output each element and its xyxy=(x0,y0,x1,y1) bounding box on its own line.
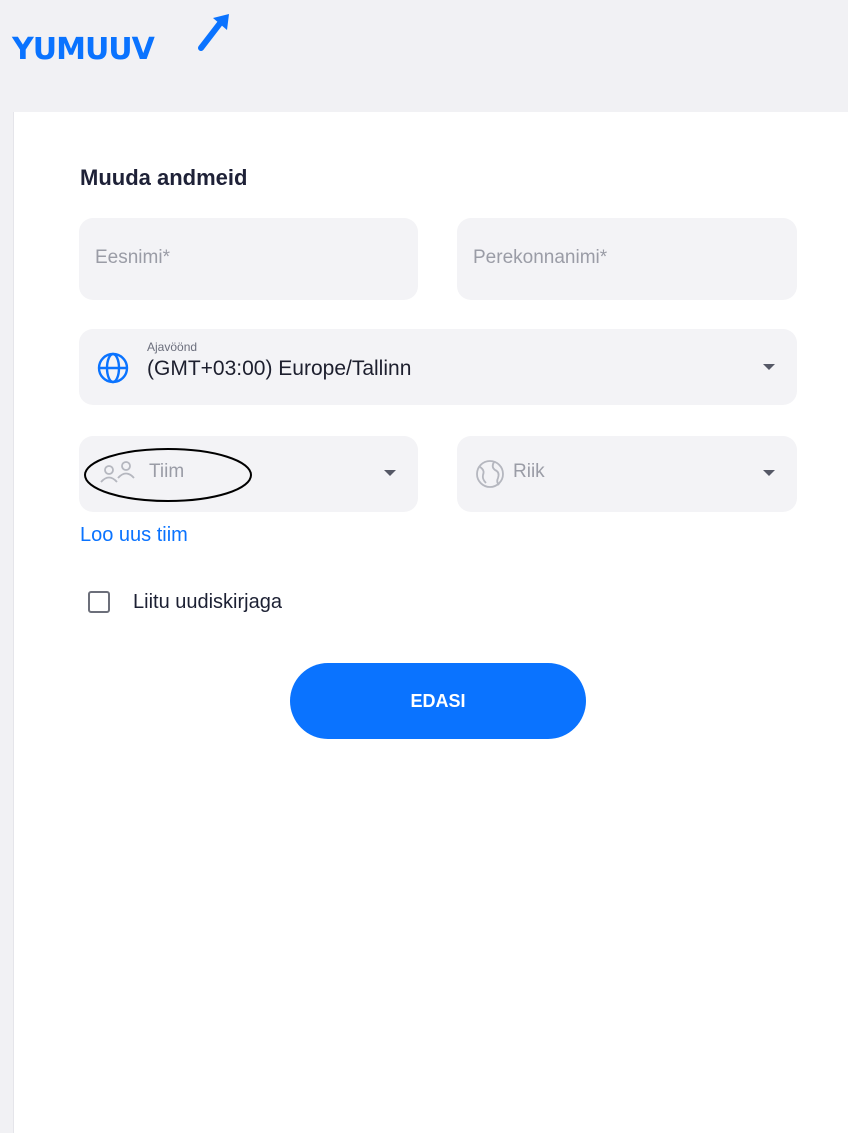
yumuuv-logo[interactable]: YUMUUV xyxy=(12,12,242,82)
country-select[interactable]: Riik xyxy=(457,436,797,512)
form-panel: Muuda andmeid Eesnimi* Perekonnanimi* Aj… xyxy=(13,112,848,1133)
top-bar: YUMUUV xyxy=(0,0,848,112)
chevron-down-icon xyxy=(763,470,775,476)
timezone-select[interactable]: Ajavöönd (GMT+03:00) Europe/Tallinn xyxy=(79,329,797,405)
newsletter-label: Liitu uudiskirjaga xyxy=(133,591,282,613)
timezone-label: Ajavöönd xyxy=(147,340,198,354)
timezone-value: (GMT+03:00) Europe/Tallinn xyxy=(147,357,412,380)
last-name-placeholder: Perekonnanimi* xyxy=(473,247,608,268)
last-name-field[interactable]: Perekonnanimi* xyxy=(457,218,797,300)
globe-icon xyxy=(97,352,129,384)
first-name-placeholder: Eesnimi* xyxy=(95,247,170,268)
earth-icon xyxy=(476,460,504,488)
chevron-down-icon xyxy=(384,470,396,476)
annotation-ellipse xyxy=(84,448,252,502)
submit-button[interactable]: EDASI xyxy=(290,663,586,739)
country-placeholder: Riik xyxy=(513,461,545,482)
create-team-link[interactable]: Loo uus tiim xyxy=(80,524,188,547)
chevron-down-icon xyxy=(763,364,775,370)
first-name-field[interactable]: Eesnimi* xyxy=(79,218,418,300)
logo-arrow-icon xyxy=(198,14,229,51)
form-title: Muuda andmeid xyxy=(80,165,248,190)
newsletter-checkbox[interactable] xyxy=(88,591,110,613)
logo-text: YUMUUV xyxy=(12,32,155,67)
